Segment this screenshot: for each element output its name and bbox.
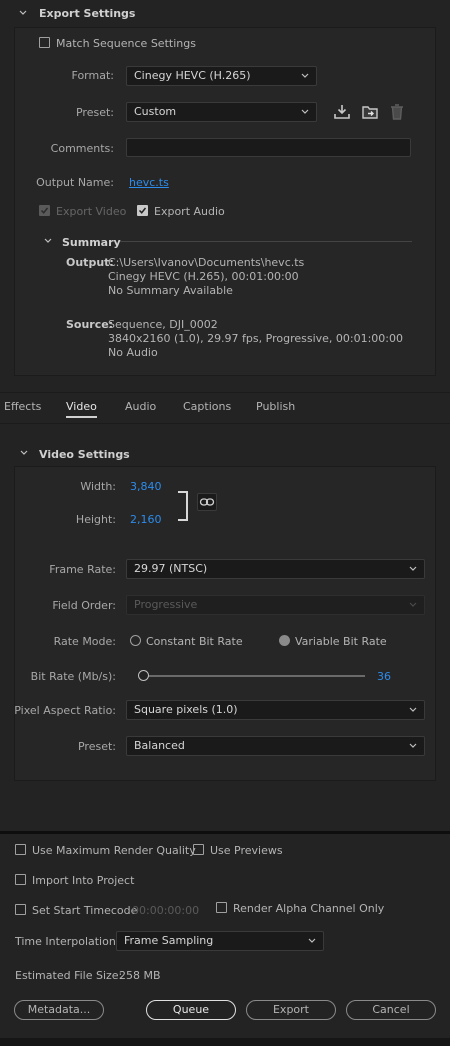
max-render-quality-label: Use Maximum Render Quality (32, 844, 196, 857)
field-order-value: Progressive (134, 598, 198, 611)
chevron-down-icon (409, 602, 417, 607)
export-video-label: Export Video (56, 205, 127, 218)
tab-video-underline (66, 416, 97, 418)
tab-captions[interactable]: Captions (183, 400, 231, 413)
video-settings-title: Video Settings (39, 448, 130, 461)
output-name-label: Output Name: (36, 176, 114, 189)
match-sequence-label: Match Sequence Settings (56, 37, 196, 50)
collapse-caret-icon[interactable] (18, 8, 28, 18)
import-into-project-label: Import Into Project (32, 874, 135, 887)
height-value[interactable]: 2,160 (130, 513, 162, 526)
output-line-1: C:\Users\Ivanov\Documents\hevc.ts (108, 256, 305, 269)
time-interpolation-value: Frame Sampling (124, 934, 214, 947)
pixel-aspect-value: Square pixels (1.0) (134, 703, 238, 716)
render-alpha-checkbox[interactable] (216, 902, 227, 913)
video-preset-value: Balanced (134, 739, 185, 752)
match-sequence-checkbox[interactable] (39, 37, 50, 48)
width-value[interactable]: 3,840 (130, 480, 162, 493)
format-label: Format: (71, 69, 114, 82)
chevron-down-icon (409, 743, 417, 748)
frame-rate-value: 29.97 (NTSC) (134, 562, 208, 575)
summary-divider (120, 241, 412, 242)
import-preset-icon[interactable] (361, 103, 380, 121)
bit-rate-slider-thumb[interactable] (138, 670, 149, 681)
tab-publish[interactable]: Publish (256, 400, 295, 413)
set-start-timecode-label: Set Start Timecode (32, 904, 138, 917)
preset-value: Custom (134, 105, 177, 118)
chain-link-icon (199, 498, 215, 506)
source-line-3: No Audio (108, 346, 158, 359)
output-line-2: Cinegy HEVC (H.265), 00:01:00:00 (108, 270, 299, 283)
frame-rate-dropdown[interactable]: 29.97 (NTSC) (126, 559, 425, 579)
summary-title: Summary (62, 236, 121, 249)
chevron-down-icon (409, 707, 417, 712)
estimated-file-size-value: 258 MB (119, 969, 161, 982)
bit-rate-label: Bit Rate (Mb/s): (30, 670, 116, 683)
start-timecode-value: 00:00:00:00 (132, 904, 200, 917)
source-line-1: Sequence, DJI_0002 (108, 318, 218, 331)
video-preset-dropdown[interactable]: Balanced (126, 736, 425, 756)
constant-bit-rate-radio[interactable] (130, 635, 141, 646)
height-label: Height: (75, 513, 116, 526)
import-into-project-checkbox[interactable] (15, 874, 26, 885)
time-interpolation-label: Time Interpolation: (15, 935, 120, 948)
save-preset-icon[interactable] (333, 103, 351, 121)
estimated-file-size-label: Estimated File Size: (15, 969, 123, 982)
tab-audio[interactable]: Audio (125, 400, 156, 413)
collapse-caret-icon[interactable] (19, 448, 29, 458)
pixel-aspect-label: Pixel Aspect Ratio: (14, 704, 116, 717)
cancel-button[interactable]: Cancel (346, 1000, 436, 1020)
preset-label: Preset: (75, 106, 114, 119)
frame-rate-label: Frame Rate: (49, 563, 116, 576)
collapse-caret-icon[interactable] (43, 236, 53, 246)
source-key: Source: (66, 318, 114, 331)
variable-bit-rate-radio[interactable] (279, 635, 290, 646)
export-button[interactable]: Export (246, 1000, 336, 1020)
export-audio-checkbox[interactable] (137, 205, 148, 216)
pixel-aspect-dropdown[interactable]: Square pixels (1.0) (126, 700, 425, 720)
source-line-2: 3840x2160 (1.0), 29.97 fps, Progressive,… (108, 332, 404, 345)
variable-bit-rate-label: Variable Bit Rate (295, 635, 387, 648)
chevron-down-icon (301, 73, 309, 78)
export-video-checkbox (39, 205, 50, 216)
queue-button[interactable]: Queue (146, 1000, 236, 1020)
link-bracket-icon (178, 491, 188, 521)
chevron-down-icon (409, 566, 417, 571)
chevron-down-icon (308, 938, 316, 943)
output-line-3: No Summary Available (108, 284, 233, 297)
tab-effects[interactable]: Effects (4, 400, 41, 413)
chevron-down-icon (301, 109, 309, 114)
format-value: Cinegy HEVC (H.265) (134, 69, 251, 82)
tab-video[interactable]: Video (66, 400, 97, 413)
preset-dropdown[interactable]: Custom (126, 102, 317, 122)
bottom-divider (0, 831, 450, 834)
output-name-link[interactable]: hevc.ts (129, 176, 169, 189)
constrain-proportions-button[interactable] (197, 493, 217, 511)
output-key: Output: (66, 256, 114, 269)
video-preset-label: Preset: (77, 740, 116, 753)
max-render-quality-checkbox[interactable] (15, 844, 26, 855)
comments-input[interactable] (126, 138, 411, 157)
bit-rate-value[interactable]: 36 (377, 670, 391, 683)
field-order-label: Field Order: (52, 599, 116, 612)
bottom-edge (0, 1038, 450, 1046)
format-dropdown[interactable]: Cinegy HEVC (H.265) (126, 66, 317, 86)
bit-rate-slider-track[interactable] (141, 675, 365, 677)
metadata-button[interactable]: Metadata... (14, 1000, 104, 1020)
export-settings-title: Export Settings (39, 7, 136, 20)
field-order-dropdown: Progressive (126, 595, 425, 615)
comments-label: Comments: (50, 142, 114, 155)
rate-mode-label: Rate Mode: (53, 635, 116, 648)
use-previews-label: Use Previews (210, 844, 283, 857)
time-interpolation-dropdown[interactable]: Frame Sampling (116, 931, 324, 951)
delete-preset-icon[interactable] (389, 103, 405, 121)
render-alpha-label: Render Alpha Channel Only (233, 902, 385, 915)
use-previews-checkbox[interactable] (193, 844, 204, 855)
set-start-timecode-checkbox[interactable] (15, 904, 26, 915)
export-audio-label: Export Audio (154, 205, 225, 218)
width-label: Width: (80, 480, 116, 493)
constant-bit-rate-label: Constant Bit Rate (146, 635, 243, 648)
